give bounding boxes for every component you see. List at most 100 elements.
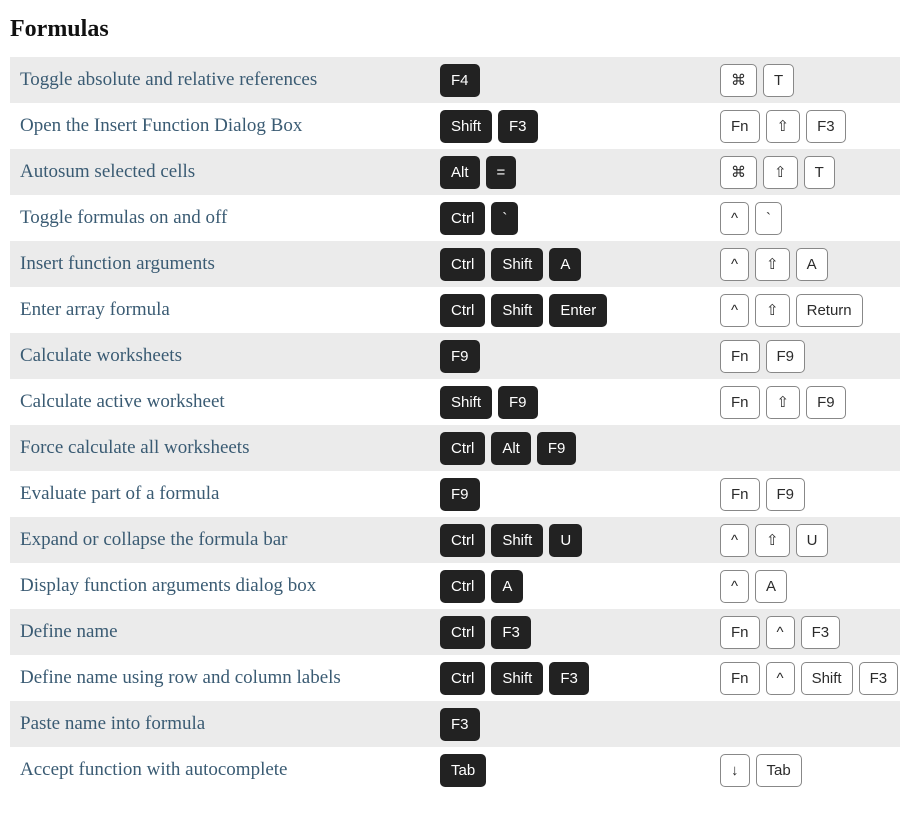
table-row: Calculate worksheetsF9FnF9 bbox=[10, 333, 900, 379]
key: ⇧ bbox=[755, 248, 790, 281]
windows-keys: F9 bbox=[430, 340, 710, 373]
key: Fn bbox=[720, 110, 760, 143]
shortcut-link[interactable]: Force calculate all worksheets bbox=[10, 437, 430, 459]
table-row: Toggle absolute and relative referencesF… bbox=[10, 57, 900, 103]
windows-keys: Ctrl` bbox=[430, 202, 710, 235]
key: Shift bbox=[440, 110, 492, 143]
key: ⇧ bbox=[766, 110, 801, 143]
key: F9 bbox=[537, 432, 577, 465]
key: Ctrl bbox=[440, 570, 485, 603]
shortcut-link[interactable]: Accept function with autocomplete bbox=[10, 759, 430, 781]
table-row: Evaluate part of a formulaF9FnF9 bbox=[10, 471, 900, 517]
key: ⌘ bbox=[720, 156, 757, 189]
table-row: Define nameCtrlF3Fn^F3 bbox=[10, 609, 900, 655]
shortcut-link[interactable]: Enter array formula bbox=[10, 299, 430, 321]
key: ^ bbox=[766, 662, 795, 695]
shortcut-link[interactable]: Calculate worksheets bbox=[10, 345, 430, 367]
key: ^ bbox=[720, 570, 749, 603]
key: T bbox=[804, 156, 835, 189]
table-row: Accept function with autocomplete Tab ↓Tab bbox=[10, 747, 900, 793]
shortcut-link[interactable]: Evaluate part of a formula bbox=[10, 483, 430, 505]
key: Return bbox=[796, 294, 863, 327]
windows-keys: F9 bbox=[430, 478, 710, 511]
shortcut-table: Toggle absolute and relative references F… bbox=[10, 57, 900, 793]
table-row: Display function arguments dialog box Ctr… bbox=[10, 563, 900, 609]
key: F3 bbox=[440, 708, 480, 741]
key: A bbox=[549, 248, 581, 281]
key: ↓ bbox=[720, 754, 750, 787]
shortcut-link[interactable]: Paste name into formula bbox=[10, 713, 430, 735]
key: ^ bbox=[766, 616, 795, 649]
key: Ctrl bbox=[440, 294, 485, 327]
shortcut-link[interactable]: Define name using row and column labels bbox=[10, 667, 430, 689]
mac-keys: ^⇧A bbox=[710, 248, 900, 281]
shortcut-link[interactable]: Calculate active worksheet bbox=[10, 391, 430, 413]
key: F9 bbox=[440, 340, 480, 373]
key: ^ bbox=[720, 294, 749, 327]
key: ^ bbox=[720, 524, 749, 557]
windows-keys: F3 bbox=[430, 708, 710, 741]
key: ^ bbox=[720, 202, 749, 235]
key: Enter bbox=[549, 294, 607, 327]
key: Shift bbox=[491, 524, 543, 557]
key: F9 bbox=[440, 478, 480, 511]
key: A bbox=[796, 248, 828, 281]
key: ^ bbox=[720, 248, 749, 281]
mac-keys: ⌘⇧T bbox=[710, 156, 900, 189]
key: U bbox=[796, 524, 829, 557]
key: Shift bbox=[801, 662, 853, 695]
key: ` bbox=[755, 202, 782, 235]
table-row: Open the Insert Function Dialog Box Shift… bbox=[10, 103, 900, 149]
key: F9 bbox=[498, 386, 538, 419]
windows-keys: CtrlShiftA bbox=[430, 248, 710, 281]
key: A bbox=[491, 570, 523, 603]
key: ⇧ bbox=[766, 386, 801, 419]
key: Tab bbox=[440, 754, 486, 787]
shortcut-link[interactable]: Toggle formulas on and off bbox=[10, 207, 430, 229]
key: Ctrl bbox=[440, 432, 485, 465]
key: F9 bbox=[766, 478, 806, 511]
shortcut-link[interactable]: Expand or collapse the formula bar bbox=[10, 529, 430, 551]
key: Shift bbox=[491, 248, 543, 281]
mac-keys: ↓Tab bbox=[710, 754, 900, 787]
table-row: Autosum selected cellsAlt=⌘⇧T bbox=[10, 149, 900, 195]
shortcut-link[interactable]: Toggle absolute and relative references bbox=[10, 69, 430, 91]
key: Ctrl bbox=[440, 248, 485, 281]
key: A bbox=[755, 570, 787, 603]
key: F3 bbox=[491, 616, 531, 649]
key: Ctrl bbox=[440, 616, 485, 649]
page-title: Formulas bbox=[10, 16, 890, 43]
key: Ctrl bbox=[440, 524, 485, 557]
shortcut-link[interactable]: Define name bbox=[10, 621, 430, 643]
key: Fn bbox=[720, 478, 760, 511]
key: F9 bbox=[766, 340, 806, 373]
windows-keys: CtrlShiftF3 bbox=[430, 662, 710, 695]
key: F3 bbox=[549, 662, 589, 695]
key: Ctrl bbox=[440, 202, 485, 235]
shortcut-link[interactable]: Autosum selected cells bbox=[10, 161, 430, 183]
shortcut-link[interactable]: Open the Insert Function Dialog Box bbox=[10, 115, 430, 137]
table-row: Insert function argumentsCtrlShiftA^⇧A bbox=[10, 241, 900, 287]
windows-keys: CtrlShiftEnter bbox=[430, 294, 710, 327]
key: T bbox=[763, 64, 794, 97]
key: F3 bbox=[801, 616, 841, 649]
shortcut-link[interactable]: Display function arguments dialog box bbox=[10, 575, 430, 597]
key: Shift bbox=[440, 386, 492, 419]
mac-keys: Fn⇧F9 bbox=[710, 386, 900, 419]
windows-keys: CtrlShiftU bbox=[430, 524, 710, 557]
key: U bbox=[549, 524, 582, 557]
table-row: Paste name into formula F3 bbox=[10, 701, 900, 747]
key: F3 bbox=[806, 110, 846, 143]
windows-keys: ShiftF9 bbox=[430, 386, 710, 419]
key: Shift bbox=[491, 662, 543, 695]
mac-keys: Fn^F3 bbox=[710, 616, 900, 649]
table-row: Enter array formulaCtrlShiftEnter^⇧Retur… bbox=[10, 287, 900, 333]
shortcut-link[interactable]: Insert function arguments bbox=[10, 253, 430, 275]
key: Fn bbox=[720, 616, 760, 649]
key: F9 bbox=[806, 386, 846, 419]
windows-keys: Tab bbox=[430, 754, 710, 787]
table-row: Toggle formulas on and offCtrl` ^` bbox=[10, 195, 900, 241]
mac-keys: FnF9 bbox=[710, 478, 900, 511]
key: F3 bbox=[498, 110, 538, 143]
mac-keys: Fn^ShiftF3 bbox=[710, 662, 900, 695]
